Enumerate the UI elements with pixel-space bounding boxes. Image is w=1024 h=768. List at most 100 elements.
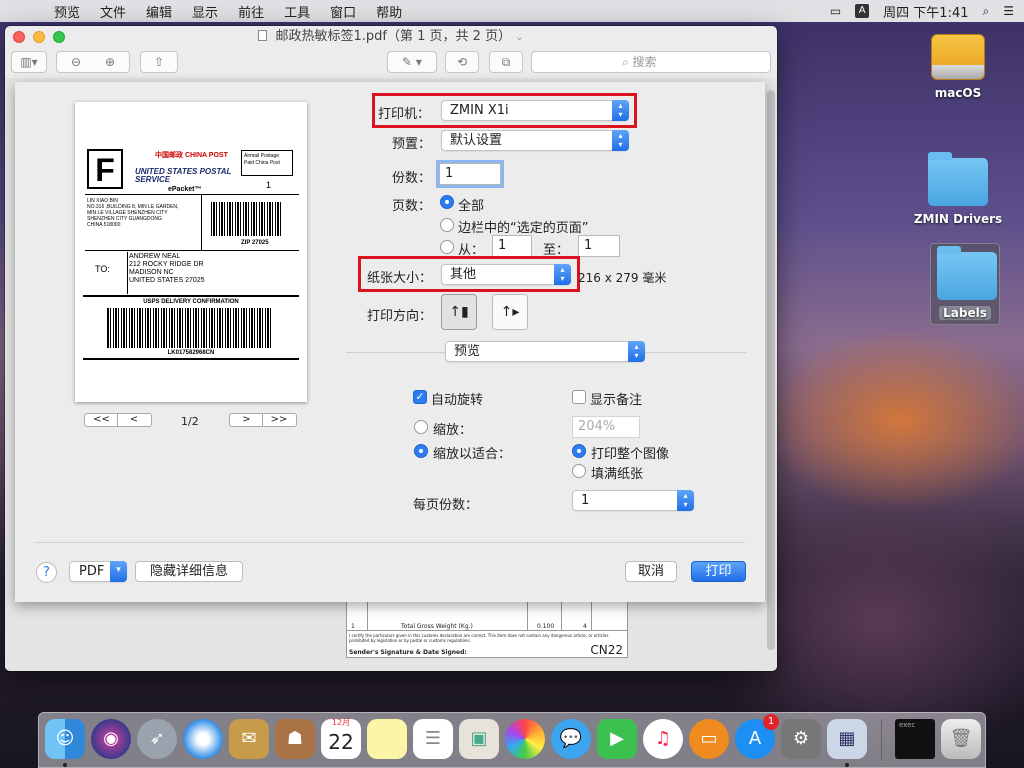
window-title: 邮政热敏标签1.pdf（第 1 页，共 2 页） [275, 29, 512, 44]
spotlight-icon[interactable]: ⌕ [983, 4, 990, 19]
pages-range-radio[interactable] [440, 240, 454, 254]
copies-field[interactable]: 1 [439, 163, 501, 185]
label-preview: F 中国邮政 CHINA POST UNITED STATES POSTAL S… [75, 102, 307, 402]
clock[interactable]: 周四 下午1:41 [883, 2, 968, 21]
last-page-button[interactable]: >> [263, 414, 295, 426]
launchpad-icon[interactable]: ➶ [137, 719, 177, 759]
per-page-select[interactable]: 1 ▴ ▾ [572, 490, 694, 511]
safari-icon[interactable]: ✧ [183, 719, 223, 759]
input-source-icon[interactable]: A [855, 4, 870, 18]
copies-value: 1 [445, 166, 454, 181]
auto-rotate-checkbox[interactable]: ✓ [413, 390, 427, 404]
toolbox-button[interactable]: ⧉ [489, 51, 523, 73]
photos-icon[interactable] [505, 719, 545, 759]
print-dialog: F 中国邮政 CHINA POST UNITED STATES POSTAL S… [15, 82, 765, 602]
menu-window[interactable]: 窗口 [330, 2, 356, 21]
printer-value: ZMIN X1i [450, 103, 509, 118]
desktop-icon-zmin-drivers[interactable]: ZMIN Drivers [912, 152, 1004, 226]
scale-field[interactable]: 204% [572, 416, 640, 438]
notification-center-icon[interactable]: ☰ [1003, 4, 1014, 18]
to-address: ANDREW NEAL 212 ROCKY RIDGE DR MADISON N… [129, 253, 205, 285]
print-entire-radio[interactable] [572, 444, 586, 458]
preset-select[interactable]: 默认设置 ▴ ▾ [441, 130, 629, 151]
preview-app-icon[interactable]: ▦ [827, 719, 867, 759]
reminders-icon[interactable]: ☰ [413, 719, 453, 759]
portrait-button[interactable]: ↑▮ [441, 294, 477, 330]
sidebar-icon: ▥▾ [20, 55, 38, 69]
scale-to-fit-radio[interactable] [414, 444, 428, 458]
running-indicator [63, 763, 67, 767]
zoom-out-icon[interactable]: ⊖ [59, 52, 93, 72]
printer-select[interactable]: ZMIN X1i ▴ ▾ [441, 100, 629, 121]
updown-arrow-icon: ▴ ▾ [554, 264, 571, 285]
paper-size-label: 纸张大小： [367, 271, 433, 286]
pdf-label: PDF [79, 564, 105, 579]
orientation-label: 打印方向： [367, 309, 433, 324]
menu-preview[interactable]: 预览 [54, 2, 80, 21]
landscape-button[interactable]: ↑▸ [492, 294, 528, 330]
siri-icon[interactable]: ◉ [91, 719, 131, 759]
contacts-icon[interactable]: ☗ [275, 719, 315, 759]
to-line: UNITED STATES 27025 [129, 277, 205, 284]
system-preferences-icon[interactable]: ⚙ [781, 719, 821, 759]
photo-booth-icon[interactable]: ▣ [459, 719, 499, 759]
airplay-icon[interactable]: ▭ [830, 4, 841, 18]
cn22-code: CN22 [590, 643, 623, 657]
pages-from-field[interactable]: 1 [492, 235, 532, 257]
prev-page-button[interactable]: < [118, 414, 150, 426]
menu-go[interactable]: 前往 [238, 2, 264, 21]
finder-icon[interactable]: ☺ [45, 719, 85, 759]
zoom-buttons: ⊖ ⊕ [56, 51, 130, 73]
rotate-button[interactable]: ⟲ [445, 51, 479, 73]
mail-icon[interactable]: ✉ [229, 719, 269, 759]
close-window-button[interactable] [13, 31, 25, 43]
markup-button[interactable]: ✎ ▾ [387, 51, 437, 73]
menu-view[interactable]: 显示 [192, 2, 218, 21]
next-page-button[interactable]: > [231, 414, 263, 426]
apple-menu-icon[interactable] [22, 3, 36, 19]
menu-edit[interactable]: 编辑 [146, 2, 172, 21]
hide-details-button[interactable]: 隐藏详细信息 [135, 561, 243, 582]
messages-icon[interactable]: 💬 [551, 719, 591, 759]
title-bar: 邮政热敏标签1.pdf（第 1 页，共 2 页） ⌄ [5, 26, 777, 48]
ibooks-icon[interactable]: ▭ [689, 719, 729, 759]
to-line: ANDREW NEAL [129, 253, 181, 260]
to-line: MADISON NC [129, 269, 174, 276]
paper-size-value: 其他 [450, 267, 477, 282]
paper-size-select[interactable]: 其他 ▴ ▾ [441, 264, 571, 285]
terminal-icon[interactable]: exec [895, 719, 935, 759]
app-store-icon[interactable]: A 1 [735, 714, 779, 759]
pages-all-radio[interactable] [440, 195, 454, 209]
trash-icon[interactable]: 🗑 [941, 719, 981, 759]
title-chevron-icon[interactable]: ⌄ [515, 32, 523, 43]
pages-selected-radio[interactable] [440, 218, 454, 232]
menu-help[interactable]: 帮助 [376, 2, 402, 21]
app-section-select[interactable]: 预览 ▴ ▾ [445, 341, 645, 362]
calendar-icon[interactable]: 12月 22 [321, 718, 361, 759]
zoom-window-button[interactable] [53, 31, 65, 43]
facetime-icon[interactable]: ▶ [597, 719, 637, 759]
sidebar-toggle-button[interactable]: ▥▾ [11, 51, 47, 73]
print-button[interactable]: 打印 [691, 561, 746, 582]
minimize-window-button[interactable] [33, 31, 45, 43]
show-notes-checkbox[interactable] [572, 390, 586, 404]
first-page-button[interactable]: << [86, 414, 118, 426]
menu-file[interactable]: 文件 [100, 2, 126, 21]
search-input[interactable]: ⌕ 搜索 [531, 51, 771, 73]
menu-tools[interactable]: 工具 [284, 2, 310, 21]
desktop-icon-labels[interactable]: Labels [930, 243, 1000, 325]
pages-to-field[interactable]: 1 [578, 235, 620, 257]
pen-icon: ✎ ▾ [402, 55, 422, 69]
to-label: TO: [95, 264, 110, 274]
zoom-in-icon[interactable]: ⊕ [93, 52, 127, 72]
vertical-scrollbar[interactable] [767, 90, 775, 650]
fill-paper-radio[interactable] [572, 464, 586, 478]
notes-icon[interactable] [367, 719, 407, 759]
cancel-button[interactable]: 取消 [625, 561, 677, 582]
share-button[interactable]: ⇧ [140, 51, 178, 73]
desktop-icon-macos[interactable]: macOS [920, 34, 996, 100]
scale-radio[interactable] [414, 420, 428, 434]
pdf-menu-button[interactable]: PDF ▾ [69, 561, 127, 582]
itunes-icon[interactable]: ♫ [643, 719, 683, 759]
help-button[interactable]: ? [36, 562, 57, 583]
